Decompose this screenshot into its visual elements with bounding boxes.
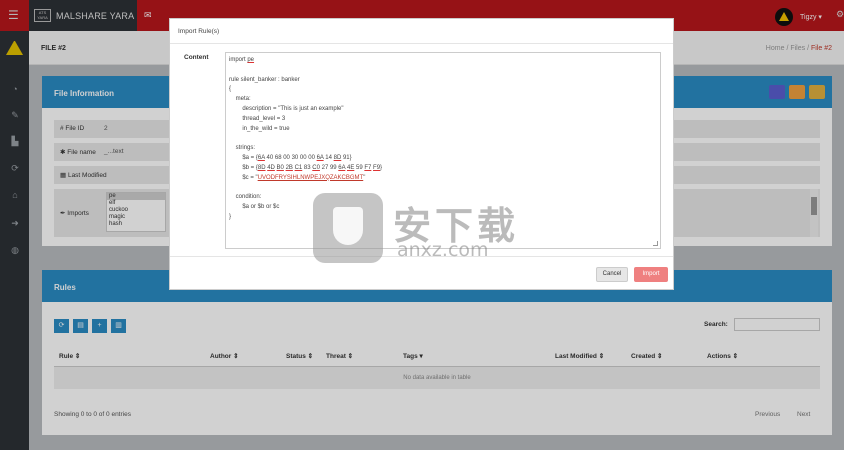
shield-icon	[313, 193, 383, 263]
modal-header: Import Rule(s)	[170, 19, 673, 44]
cancel-button[interactable]: Cancel	[596, 267, 628, 282]
import-button[interactable]: Import	[634, 267, 668, 282]
watermark-en: anxz.com	[397, 239, 489, 261]
watermark: 安下载 anxz.com	[313, 193, 533, 265]
resize-handle[interactable]	[653, 241, 658, 246]
content-label: Content	[184, 54, 209, 61]
modal-title: Import Rule(s)	[178, 28, 220, 35]
